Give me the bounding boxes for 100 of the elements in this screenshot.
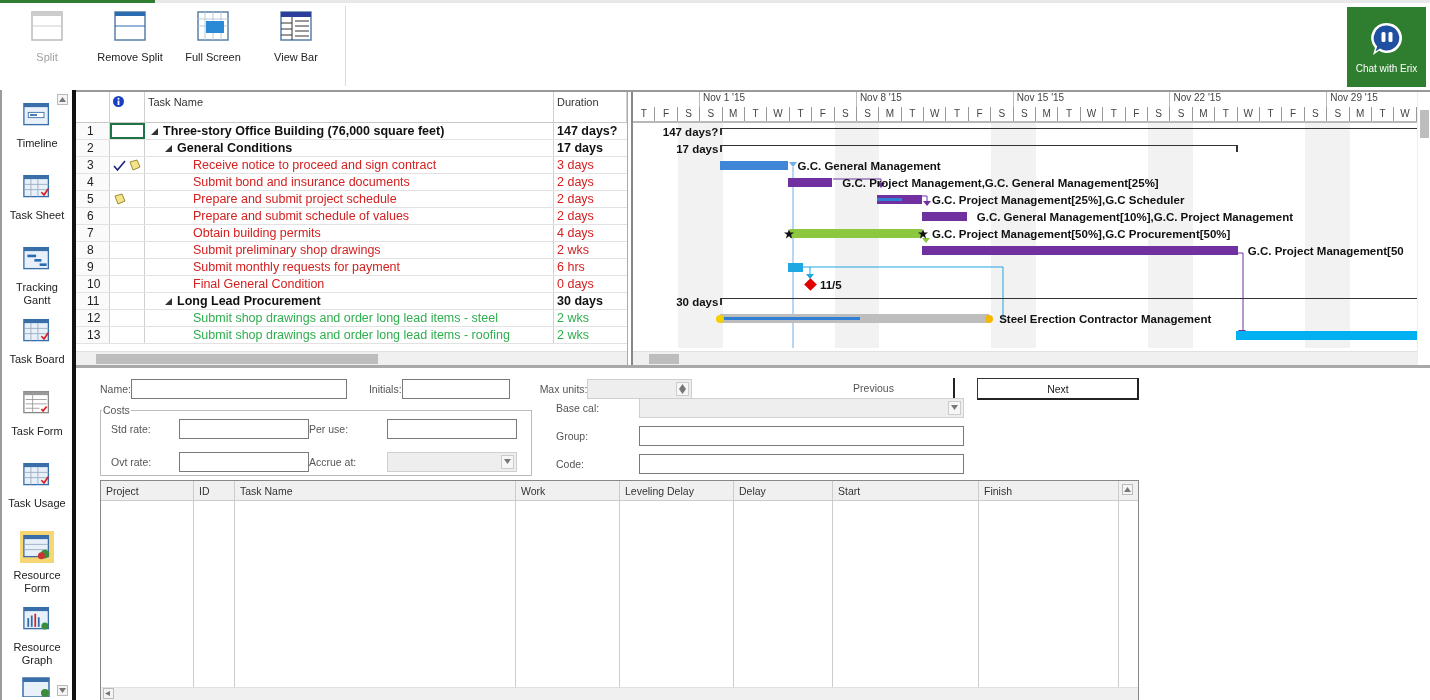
input-field[interactable]	[179, 451, 309, 472]
view-bar-item[interactable]: Resource Graph	[5, 603, 69, 675]
caret-up-icon	[1124, 487, 1131, 492]
column-header[interactable]: Work	[516, 481, 620, 501]
duration-cell-text: 2 days	[556, 208, 595, 224]
input-field[interactable]	[179, 419, 309, 440]
row-number: 6	[76, 208, 110, 224]
input-field[interactable]	[387, 419, 517, 440]
day-label: M	[1349, 107, 1372, 121]
resource-label: G.C. Project Management[25%],G.C Scheduler	[931, 193, 1185, 207]
day-label: W	[1394, 107, 1417, 121]
horizontal-scrollbar[interactable]	[76, 351, 627, 365]
note-icon	[128, 159, 141, 171]
day-label: W	[1080, 107, 1104, 121]
indicator-cell[interactable]	[110, 123, 145, 139]
duration-cell-text: 2 wks	[556, 310, 590, 326]
scroll-left-button[interactable]	[103, 688, 114, 699]
column-header[interactable]: Finish	[979, 481, 1119, 501]
milestone-date: 11/5	[819, 278, 842, 292]
column-header[interactable]: Task Name	[235, 481, 516, 501]
collapse-icon[interactable]	[165, 297, 172, 305]
scrollbar-thumb[interactable]	[1420, 110, 1429, 138]
input-field[interactable]	[130, 379, 347, 399]
input-field[interactable]	[639, 426, 964, 446]
duration-cell-text: 2 days	[556, 174, 595, 190]
field-label: Code:	[556, 458, 586, 471]
day-label: F	[1282, 107, 1305, 121]
column-header[interactable]: Task Name	[145, 92, 554, 122]
column-header[interactable]: Delay	[734, 481, 833, 501]
view-bar-item[interactable]: Task Board	[5, 315, 69, 387]
row-number: 8	[76, 242, 110, 258]
ribbon-button[interactable]: Full Screen	[173, 11, 253, 71]
ribbon-button[interactable]: Remove Split	[90, 11, 170, 71]
indicator-cell[interactable]	[110, 157, 145, 173]
column-header[interactable]: Start	[833, 481, 979, 501]
view-bar-item[interactable]: Task Form	[5, 387, 69, 459]
chat-button[interactable]: Chat with Erix	[1347, 7, 1426, 87]
view-bar-item[interactable]: Task Usage	[5, 459, 69, 531]
day-label: W	[767, 107, 790, 121]
day-label: W	[1237, 107, 1260, 121]
resource-form-icon	[20, 531, 54, 563]
view-bar-icon	[280, 11, 312, 41]
star-icon	[917, 229, 928, 239]
duration-cell-text: 17 days	[556, 140, 604, 156]
day-label: F	[655, 107, 678, 121]
row-number: 2	[76, 140, 110, 156]
week-label: Nov 15 '15	[1012, 92, 1170, 107]
column-header[interactable]: ID	[194, 481, 235, 501]
day-label: M	[1192, 107, 1216, 121]
horizontal-scrollbar[interactable]	[633, 351, 1417, 365]
day-label: T	[1371, 107, 1395, 121]
day-label: W	[924, 107, 947, 121]
day-label: S	[677, 107, 701, 121]
view-bar-item[interactable]: Tracking Gantt	[5, 243, 69, 315]
input-field[interactable]	[639, 454, 964, 475]
row-number: 9	[76, 259, 110, 275]
collapse-icon[interactable]	[151, 127, 158, 135]
scroll-down-button[interactable]	[57, 685, 68, 696]
week-label: Nov 1 '15	[699, 92, 856, 107]
ribbon-button[interactable]: View Bar	[256, 11, 336, 71]
task-name: Long Lead Procurement	[177, 294, 321, 308]
horizontal-scrollbar[interactable]	[101, 687, 1138, 700]
full-screen-icon	[197, 11, 229, 41]
row-number: 11	[76, 293, 110, 309]
row-number: 3	[76, 157, 110, 173]
day-label: S	[834, 107, 857, 121]
day-label: S	[1170, 107, 1193, 121]
day-label: T	[744, 107, 768, 121]
input-field[interactable]	[401, 379, 510, 399]
day-label: F	[968, 107, 992, 121]
scrollbar-thumb[interactable]	[649, 354, 679, 364]
task-name: Submit preliminary shop drawings	[193, 243, 381, 257]
task-name: Submit shop drawings and order long lead items - roofing	[193, 328, 510, 342]
day-label: S	[1304, 107, 1328, 121]
day-label: T	[1103, 107, 1126, 121]
view-bar-item[interactable]: Task Sheet	[5, 171, 69, 243]
scrollbar-thumb[interactable]	[96, 354, 378, 364]
field-label: Accrue at:	[309, 455, 358, 468]
group-title: Costs	[102, 404, 131, 416]
scroll-up-button[interactable]	[1122, 484, 1133, 495]
day-label: T	[1215, 107, 1238, 121]
end-dot-icon	[985, 315, 994, 323]
row-number: 13	[76, 327, 110, 343]
duration-cell-text: 30 days	[556, 293, 604, 309]
task-name: Submit shop drawings and order long lead items - steel	[193, 311, 499, 325]
row-number: 7	[76, 225, 110, 241]
form-button[interactable]: Next	[977, 378, 1140, 400]
scroll-up-button[interactable]	[57, 94, 68, 105]
field-label: Max units:	[539, 383, 588, 395]
week-label: Nov 8 '15	[855, 92, 1013, 107]
collapse-icon[interactable]	[165, 144, 172, 152]
view-bar-item[interactable]: Timeline	[5, 99, 69, 171]
task-name: Receive notice to proceed and sign contract	[193, 158, 437, 172]
column-header[interactable]: Leveling Delay	[620, 481, 734, 501]
view-bar-item[interactable]: Resource Form	[5, 531, 69, 603]
checkmark-icon	[113, 159, 126, 171]
vertical-scrollbar[interactable]	[1417, 92, 1430, 365]
field-label: Base cal:	[556, 401, 601, 414]
duration-cell-text: 147 days?	[556, 123, 619, 139]
column-header[interactable]: Project	[101, 481, 194, 501]
